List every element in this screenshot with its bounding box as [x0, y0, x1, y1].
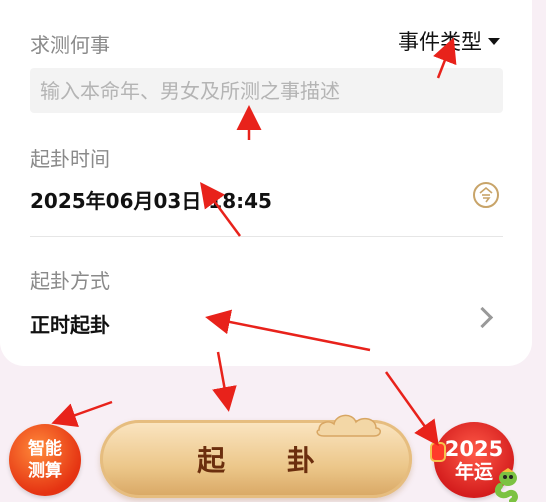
event-type-dropdown[interactable]: 事件类型 — [398, 26, 500, 56]
annotation-arrow — [51, 400, 113, 428]
form-card: 求测何事 事件类型 起卦时间 2025年06月03日 18:45 起卦方式 正时… — [0, 0, 532, 366]
question-label: 求测何事 — [30, 33, 110, 57]
lantern-icon — [430, 442, 446, 462]
fortune-2025-button[interactable]: 2025 年运 — [430, 422, 518, 502]
divine-button[interactable]: 起 卦 — [100, 414, 412, 498]
question-input[interactable] — [30, 68, 503, 113]
divider — [30, 236, 503, 237]
fortune-text: 年运 — [454, 461, 493, 483]
cloud-icon — [316, 414, 381, 437]
snake-mascot-icon — [494, 468, 518, 502]
dropdown-triangle-icon — [488, 37, 500, 45]
smart-calc-line1: 智能 — [28, 439, 62, 459]
chevron-right-icon[interactable] — [471, 306, 494, 329]
fortune-year: 2025 — [444, 437, 504, 461]
divine-label: 起 卦 — [197, 444, 341, 477]
event-type-label: 事件类型 — [398, 30, 482, 54]
time-label: 起卦时间 — [30, 147, 110, 171]
time-value[interactable]: 2025年06月03日 18:45 — [30, 185, 272, 214]
smart-calc-line2: 测算 — [28, 461, 62, 481]
method-value[interactable]: 正时起卦 — [30, 309, 110, 338]
clock-icon[interactable] — [473, 182, 499, 208]
smart-calc-button[interactable]: 智能 测算 — [9, 424, 81, 496]
method-label: 起卦方式 — [30, 269, 110, 293]
